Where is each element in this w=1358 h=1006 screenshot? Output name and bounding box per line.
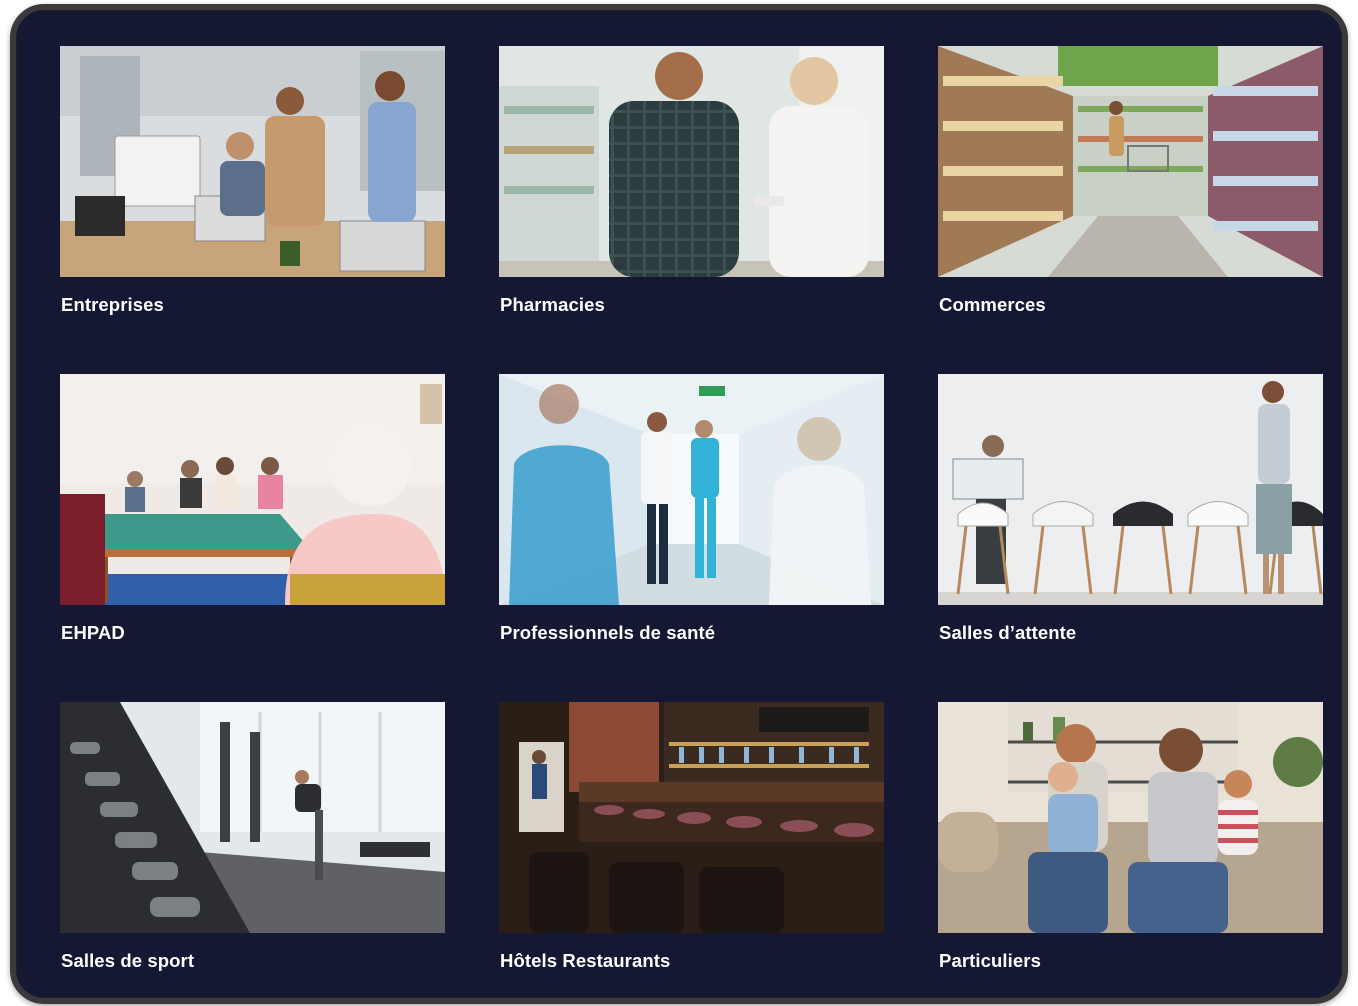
- pharmacy-photo: [499, 46, 884, 277]
- category-label: EHPAD: [61, 622, 125, 643]
- category-label: Salles d’attente: [939, 622, 1077, 643]
- category-label: Pharmacies: [500, 294, 605, 315]
- category-tile-ehpad[interactable]: EHPAD: [60, 374, 445, 694]
- category-tile-commerces[interactable]: Commerces: [938, 46, 1323, 366]
- category-tile-salles-de-sport[interactable]: Salles de sport: [60, 702, 445, 998]
- category-tile-entreprises[interactable]: Entreprises: [60, 46, 445, 366]
- category-label: Hôtels Restaurants: [500, 950, 671, 971]
- hospital-corridor-photo: [499, 374, 884, 605]
- category-label: Commerces: [939, 294, 1046, 315]
- category-tile-particuliers[interactable]: Particuliers: [938, 702, 1323, 998]
- category-label: Professionnels de santé: [500, 622, 716, 643]
- category-label: Particuliers: [939, 950, 1041, 971]
- category-label: Entreprises: [61, 294, 164, 315]
- bar-restaurant-photo: [499, 702, 884, 933]
- category-label: Salles de sport: [61, 950, 195, 971]
- category-tile-professionnels-de-sante[interactable]: Professionnels de santé: [499, 374, 884, 694]
- supermarket-aisle-photo: [938, 46, 1323, 277]
- waiting-room-photo: [938, 374, 1323, 605]
- category-panel: Entreprises Pharmacies Commerces EHPAD P…: [10, 4, 1348, 1004]
- category-tile-hotels-restaurants[interactable]: Hôtels Restaurants: [499, 702, 884, 998]
- family-sofa-photo: [938, 702, 1323, 933]
- gym-photo: [60, 702, 445, 933]
- nursing-home-photo: [60, 374, 445, 605]
- category-tile-pharmacies[interactable]: Pharmacies: [499, 46, 884, 366]
- category-tile-salles-d-attente[interactable]: Salles d’attente: [938, 374, 1323, 694]
- office-team-photo: [60, 46, 445, 277]
